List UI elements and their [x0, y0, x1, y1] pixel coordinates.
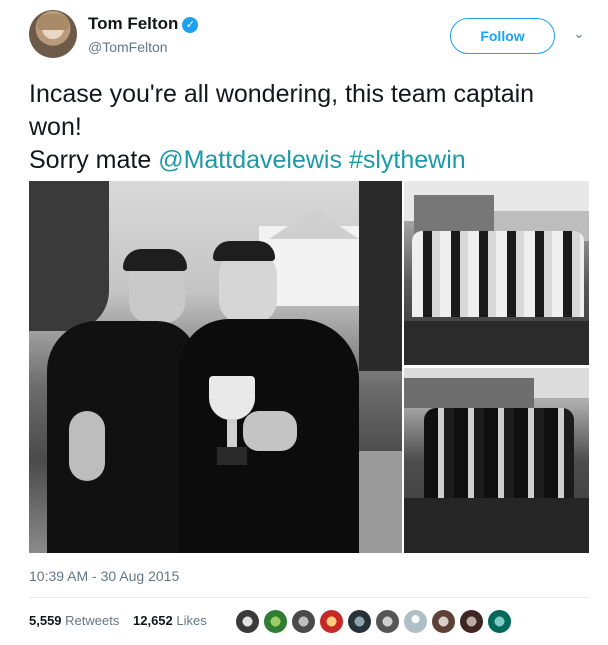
photo-team-group-outdoor[interactable] — [404, 181, 589, 365]
photo-two-men-with-trophy[interactable] — [29, 181, 402, 553]
verified-badge-icon: ✓ — [182, 17, 199, 33]
liker-avatar[interactable] — [431, 609, 456, 634]
chevron-down-icon[interactable]: ⌄ — [572, 27, 586, 41]
likes-count: 12,652 — [133, 613, 173, 628]
follow-button[interactable]: Follow — [450, 18, 555, 54]
liker-avatar[interactable] — [319, 609, 344, 634]
tree-left-shape — [29, 181, 109, 331]
tweet-card: Tom Felton ✓ @TomFelton Follow ⌄ Incase y… — [0, 0, 608, 645]
tweet-timestamp[interactable]: 10:39 AM - 30 Aug 2015 — [29, 568, 179, 584]
hashtag-link[interactable]: #slythewin — [349, 146, 466, 174]
man2-head — [219, 251, 277, 323]
liker-avatar[interactable] — [347, 609, 372, 634]
man1-arm — [69, 411, 105, 481]
liker-avatar[interactable] — [263, 609, 288, 634]
retweets-count: 5,559 — [29, 613, 62, 628]
tree-right-shape — [359, 181, 402, 371]
liker-avatar[interactable] — [487, 609, 512, 634]
trophy-base — [217, 447, 247, 465]
team-members-shape — [424, 408, 574, 498]
divider — [29, 597, 589, 598]
roof-shape — [269, 209, 359, 239]
trophy-cup — [209, 376, 255, 420]
author-name-row[interactable]: Tom Felton ✓ — [88, 14, 199, 34]
tweet-text-line-3: Sorry mate @Mattdavelewis #slythewin — [29, 144, 599, 177]
liker-avatar[interactable] — [291, 609, 316, 634]
man2-hand — [243, 411, 297, 451]
liker-avatar[interactable] — [235, 609, 260, 634]
tweet-stats: 5,559 Retweets 12,652 Likes — [29, 613, 217, 628]
liker-avatar[interactable] — [459, 609, 484, 634]
likes-label: Likes — [176, 613, 207, 628]
likes-stat[interactable]: 12,652 Likes — [133, 613, 207, 628]
mention-link[interactable]: @Mattdavelewis — [158, 146, 342, 174]
liker-avatar[interactable] — [375, 609, 400, 634]
liker-avatar[interactable] — [403, 609, 428, 634]
team-members-shape — [412, 231, 584, 317]
man2-cap — [213, 241, 275, 261]
lawn-shape — [404, 498, 589, 553]
trophy-stem — [227, 419, 237, 449]
avatar-hair-shape — [37, 14, 69, 30]
media-grid — [29, 181, 589, 553]
pavilion-shape — [404, 378, 534, 408]
tweet-text-prefix: Sorry mate — [29, 146, 159, 174]
pavilion-shape — [414, 195, 494, 235]
tweet-text: Incase you're all wondering, this team c… — [29, 78, 599, 177]
author-avatar[interactable] — [29, 10, 77, 58]
tweet-text-line-2: won! — [29, 113, 82, 141]
retweets-label: Retweets — [65, 613, 120, 628]
tweet-text-line-1: Incase you're all wondering, this team c… — [29, 80, 535, 108]
retweets-stat[interactable]: 5,559 Retweets — [29, 613, 119, 628]
lawn-shape — [404, 321, 589, 365]
author-handle[interactable]: @TomFelton — [88, 39, 168, 55]
man1-cap — [123, 249, 187, 271]
author-name[interactable]: Tom Felton — [88, 14, 178, 33]
photo-team-group-with-trophy[interactable] — [404, 368, 589, 553]
